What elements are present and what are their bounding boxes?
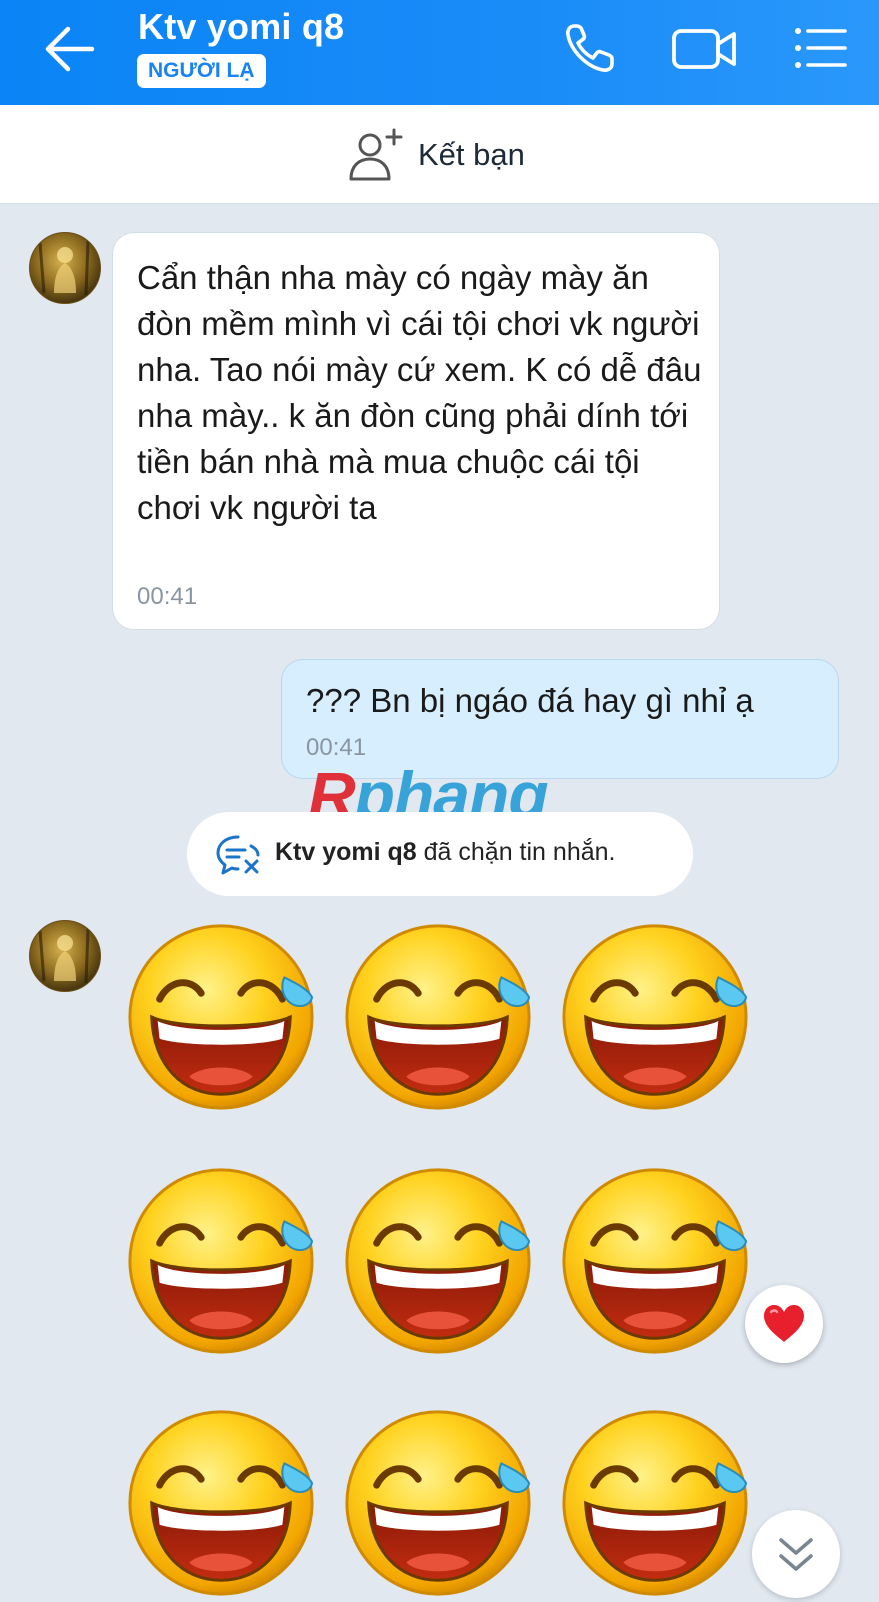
heart-icon [764, 1305, 804, 1342]
add-friend-icon [349, 128, 403, 181]
message-text: ??? Bn bị ngáo đá hay gì nhỉ ạ [306, 682, 754, 719]
video-call-icon[interactable] [670, 18, 740, 78]
laughing-tears-emoji[interactable] [122, 1404, 320, 1602]
back-arrow-icon[interactable] [40, 22, 100, 76]
message-text: Cẩn thận nha mày có ngày mày ăn đòn mềm … [137, 259, 702, 526]
stranger-badge: NGƯỜI LẠ [137, 54, 266, 88]
menu-list-icon[interactable] [790, 18, 850, 78]
laughing-tears-emoji[interactable] [556, 1404, 754, 1602]
incoming-message-bubble[interactable]: Cẩn thận nha mày có ngày mày ăn đòn mềm … [112, 232, 720, 630]
phone-icon[interactable] [560, 18, 620, 78]
contact-name[interactable]: Ktv yomi q8 [138, 6, 344, 48]
laughing-tears-emoji[interactable] [339, 1404, 537, 1602]
avatar-image [38, 928, 90, 984]
heart-reaction-button[interactable] [745, 1285, 823, 1363]
laughing-tears-emoji[interactable] [122, 918, 320, 1116]
laughing-tears-emoji[interactable] [339, 1162, 537, 1360]
blocked-notice-message: đã chặn tin nhắn. [416, 838, 616, 866]
blocked-notice: Ktv yomi q8 đã chặn tin nhắn. [187, 812, 693, 896]
avatar-image [38, 240, 90, 296]
laughing-tears-emoji[interactable] [339, 918, 537, 1116]
add-friend-bar[interactable]: Kết bạn [0, 105, 879, 204]
laughing-tears-emoji[interactable] [556, 1162, 754, 1360]
blocked-chat-icon [216, 835, 260, 875]
blocked-notice-name: Ktv yomi q8 [275, 838, 417, 866]
contact-avatar[interactable] [29, 920, 101, 992]
add-friend-label[interactable]: Kết bạn [418, 137, 525, 173]
message-time: 00:41 [137, 583, 198, 610]
scroll-to-bottom-button[interactable] [752, 1510, 840, 1598]
laughing-tears-emoji[interactable] [122, 1162, 320, 1360]
laughing-tears-emoji[interactable] [556, 918, 754, 1116]
blocked-notice-text: Ktv yomi q8 đã chặn tin nhắn. [275, 838, 615, 867]
double-chevron-down-icon [779, 1538, 813, 1571]
contact-avatar[interactable] [29, 232, 101, 304]
chat-header: Ktv yomi q8 NGƯỜI LẠ [0, 0, 879, 105]
